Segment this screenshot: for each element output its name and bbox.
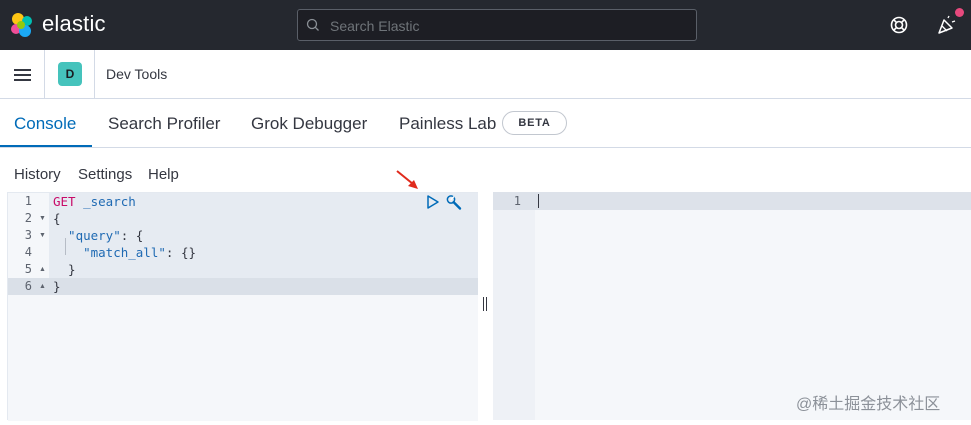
search-placeholder: Search Elastic <box>330 18 420 34</box>
hamburger-icon <box>14 69 31 71</box>
code-line-4: "match_all": {} <box>53 244 196 261</box>
app-header: D Dev Tools <box>0 50 971 99</box>
console-nav-history[interactable]: History <box>14 166 61 183</box>
fold-up-icon[interactable]: ▲ <box>39 278 46 295</box>
text-cursor <box>538 194 539 208</box>
line-number: 4 <box>24 245 32 259</box>
menu-toggle-button[interactable] <box>0 50 45 99</box>
watermark-text: @稀土掘金技术社区 <box>796 396 941 413</box>
fold-down-icon[interactable]: ▼ <box>39 210 46 227</box>
json-punctuation: : { <box>120 228 144 243</box>
wrench-settings-icon[interactable] <box>445 194 463 211</box>
header-divider <box>94 50 95 99</box>
annotation-arrow-icon <box>396 170 418 189</box>
newsfeed-cheer-icon[interactable] <box>936 14 958 36</box>
top-navigation-bar: elastic Search Elastic <box>0 0 971 50</box>
play-run-icon[interactable] <box>426 194 440 210</box>
fold-up-icon[interactable]: ▲ <box>39 261 46 278</box>
response-output-panel[interactable]: 1 <box>493 192 971 420</box>
elastic-wordmark[interactable]: elastic <box>42 11 106 37</box>
line-number: 1 <box>513 194 521 208</box>
console-nav-settings[interactable]: Settings <box>78 166 132 183</box>
tab-painless-lab[interactable]: Painless Lab <box>399 114 496 134</box>
tab-grok-debugger[interactable]: Grok Debugger <box>251 114 367 134</box>
line-number: 1 <box>24 194 32 208</box>
code-line-6: } <box>53 279 61 294</box>
global-search-input[interactable]: Search Elastic <box>297 9 697 41</box>
beta-badge: BETA <box>502 111 567 135</box>
fold-down-icon[interactable]: ▼ <box>39 227 46 244</box>
request-editor[interactable]: 1 2 3 4 5 6 ▼ ▼ ▲ ▲ GET _search { "query… <box>7 192 478 421</box>
indent-guide <box>65 238 66 255</box>
code-line-5: } <box>53 262 76 277</box>
json-key: "match_all" <box>53 245 166 260</box>
code-line-2: { <box>53 211 61 226</box>
json-punctuation: : {} <box>165 245 196 260</box>
console-nav-help[interactable]: Help <box>148 166 179 183</box>
code-line-3: "query": { <box>53 227 143 244</box>
output-active-line <box>493 192 971 210</box>
active-tab-indicator <box>0 145 92 147</box>
tab-search-profiler[interactable]: Search Profiler <box>108 114 220 134</box>
notification-dot <box>955 8 964 17</box>
output-gutter <box>493 192 535 420</box>
space-avatar[interactable]: D <box>58 62 82 86</box>
json-key: "query" <box>53 228 121 243</box>
request-path: _search <box>75 194 136 209</box>
elastic-logo-icon[interactable] <box>9 12 35 38</box>
search-icon <box>306 18 319 31</box>
dev-tools-tabs: Console Search Profiler Grok Debugger Pa… <box>0 100 971 148</box>
panel-resize-handle[interactable] <box>482 297 488 311</box>
breadcrumb: Dev Tools <box>106 66 168 82</box>
code-line-1: GET _search <box>53 193 136 210</box>
tab-console[interactable]: Console <box>14 114 76 134</box>
http-method: GET <box>53 194 76 209</box>
help-lifebuoy-icon[interactable] <box>889 15 909 35</box>
active-line-highlight <box>8 278 478 295</box>
